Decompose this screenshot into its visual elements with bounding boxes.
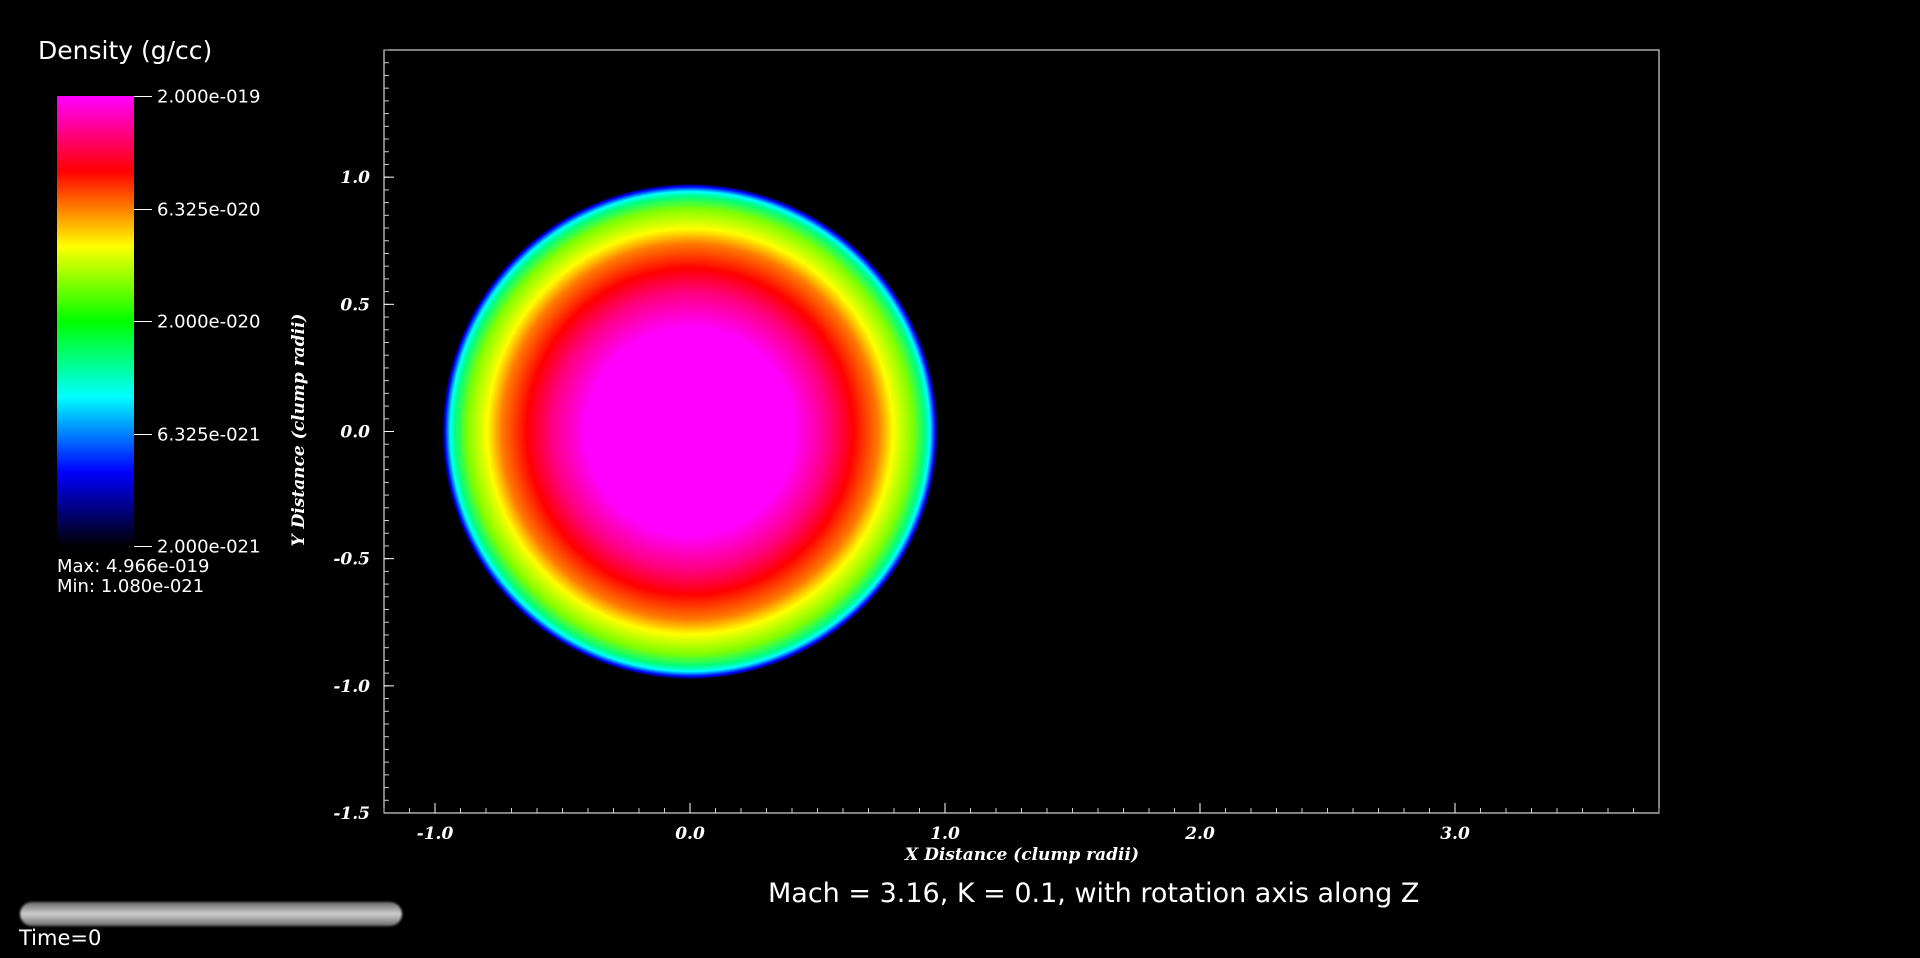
x-tick-label: -1.0 [417, 824, 454, 844]
y-tick-label: -0.5 [333, 550, 370, 570]
y-tick-label: -1.0 [333, 677, 370, 697]
y-tick-label: 0.5 [340, 295, 370, 315]
x-tick-label: 2.0 [1184, 824, 1215, 844]
x-axis: -1.0 0.0 1.0 2.0 3.0 [417, 803, 1470, 844]
time-label: Time=0 [19, 926, 102, 950]
time-slider[interactable] [20, 902, 402, 926]
y-tick-label: 1.0 [340, 168, 370, 188]
x-tick-label: 1.0 [930, 824, 960, 844]
y-tick-label: -1.5 [333, 804, 370, 824]
y-axis-label: Y Distance (clump radii) [289, 314, 309, 547]
x-axis-label: X Distance (clump radii) [904, 845, 1139, 865]
plot-subtitle: Mach = 3.16, K = 0.1, with rotation axis… [768, 878, 1420, 909]
x-tick-label: 0.0 [675, 824, 705, 844]
x-tick-label: 3.0 [1440, 824, 1470, 844]
y-tick-label: 0.0 [340, 423, 370, 443]
plot-area: -1.0 0.0 1.0 2.0 3.0 1.0 0.5 0.0 -0.5 -1.0 -1.5 X… [289, 49, 1660, 865]
density-clump [442, 184, 938, 679]
